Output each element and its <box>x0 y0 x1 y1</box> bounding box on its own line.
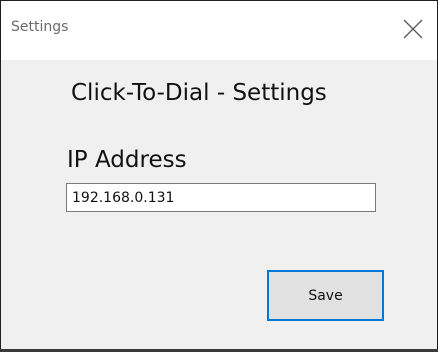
dialog-heading: Click-To-Dial - Settings <box>71 80 327 106</box>
settings-window: Settings Click-To-Dial - Settings IP Add… <box>0 0 438 352</box>
title-bar[interactable]: Settings <box>1 1 437 60</box>
close-icon <box>401 17 425 41</box>
save-button[interactable]: Save <box>267 270 384 321</box>
ip-address-input[interactable] <box>66 183 376 212</box>
close-button[interactable] <box>401 17 425 41</box>
window-title: Settings <box>11 19 69 35</box>
ip-address-label: IP Address <box>67 147 187 173</box>
